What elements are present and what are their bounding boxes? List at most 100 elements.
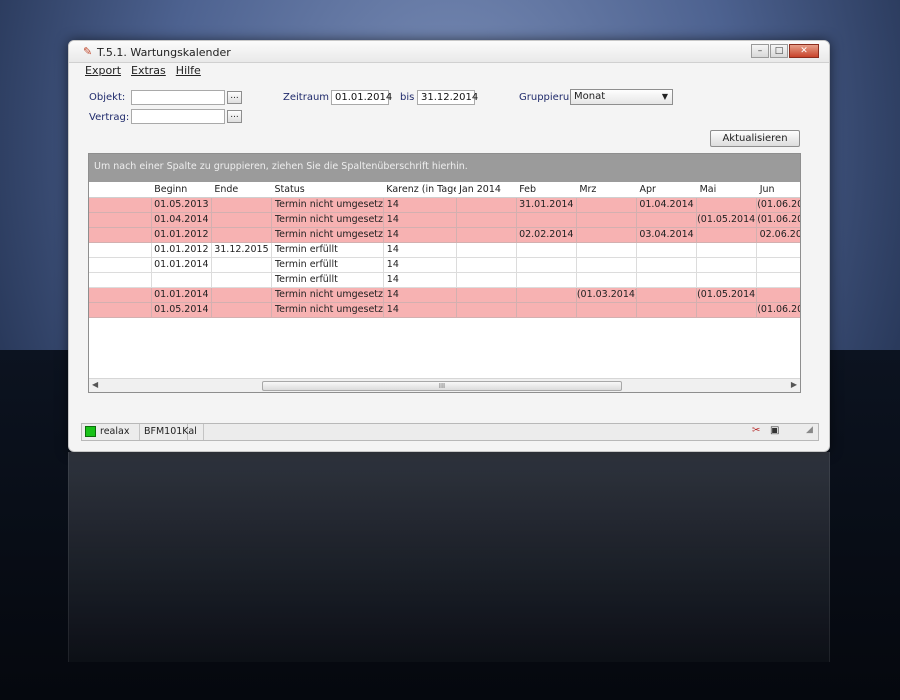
resize-grip-icon[interactable]: ◢ — [806, 425, 813, 435]
table-cell[interactable] — [696, 197, 758, 213]
table-cell[interactable]: 14 — [383, 212, 457, 228]
table-cell[interactable]: 01.05.2014 — [151, 302, 212, 318]
table-cell[interactable]: Termin erfüllt — [271, 272, 384, 288]
column-header[interactable]: Status — [271, 182, 384, 198]
table-cell[interactable] — [636, 242, 698, 258]
table-cell[interactable] — [89, 272, 152, 288]
vertrag-browse-button[interactable]: ... — [227, 110, 242, 123]
table-cell[interactable] — [636, 257, 698, 273]
table-cell[interactable] — [516, 242, 577, 258]
table-cell[interactable] — [456, 242, 517, 258]
table-cell[interactable] — [636, 302, 698, 318]
table-cell[interactable]: Termin nicht umgesetzt — [271, 287, 384, 303]
table-cell[interactable]: 01.04.2014 — [151, 212, 212, 228]
table-cell[interactable]: (01.06.2014) — [756, 197, 800, 213]
table-cell[interactable] — [576, 227, 637, 243]
column-header[interactable]: Mrz — [576, 182, 637, 198]
table-cell[interactable]: 01.01.2014 — [151, 287, 212, 303]
table-cell[interactable] — [516, 212, 577, 228]
table-cell[interactable] — [636, 287, 698, 303]
table-cell[interactable] — [211, 197, 272, 213]
column-header[interactable]: Feb — [516, 182, 577, 198]
refresh-button[interactable]: Aktualisieren — [710, 130, 800, 147]
table-cell[interactable] — [756, 242, 800, 258]
column-header[interactable]: Jun — [756, 182, 800, 198]
table-cell[interactable]: 31.12.2015 — [211, 242, 272, 258]
column-header[interactable]: Karenz (in Tagen) — [383, 182, 457, 198]
table-cell[interactable]: Termin erfüllt — [271, 242, 384, 258]
table-cell[interactable]: 02.02.2014 — [516, 227, 577, 243]
menu-hilfe[interactable]: Hilfe — [176, 63, 201, 79]
maximize-icon[interactable]: □ — [770, 44, 788, 58]
table-cell[interactable] — [576, 272, 637, 288]
table-cell[interactable] — [211, 227, 272, 243]
scroll-right-icon[interactable]: ▶ — [791, 380, 797, 389]
table-cell[interactable]: 14 — [383, 242, 457, 258]
table-cell[interactable]: 14 — [383, 272, 457, 288]
column-header[interactable] — [89, 182, 152, 198]
table-cell[interactable] — [211, 272, 272, 288]
table-cell[interactable] — [516, 272, 577, 288]
table-cell[interactable]: (01.06.2014) — [756, 302, 800, 318]
table-cell[interactable]: 14 — [383, 257, 457, 273]
table-cell[interactable]: 01.01.2012 — [151, 242, 212, 258]
table-cell[interactable]: Termin erfüllt — [271, 257, 384, 273]
table-cell[interactable] — [516, 287, 577, 303]
table-row[interactable]: 01.05.2013 Termin nicht umgesetzt 14 31.01.… — [89, 197, 800, 213]
table-cell[interactable]: 14 — [383, 197, 457, 213]
table-cell[interactable] — [151, 272, 212, 288]
menu-extras[interactable]: Extras — [131, 63, 166, 79]
table-cell[interactable] — [696, 272, 758, 288]
table-row[interactable]: 01.04.2014 Termin nicht umgesetzt 14 (01.05… — [89, 212, 800, 228]
table-cell[interactable] — [456, 227, 517, 243]
table-cell[interactable]: (01.03.2014) — [576, 287, 637, 303]
table-cell[interactable] — [456, 257, 517, 273]
table-cell[interactable]: 02.06.2014 — [756, 227, 800, 243]
column-header[interactable]: Beginn — [151, 182, 212, 198]
table-cell[interactable] — [211, 212, 272, 228]
column-header[interactable]: Apr — [636, 182, 697, 198]
device-icon[interactable]: ▣ — [770, 425, 779, 436]
table-cell[interactable]: 31.01.2014 — [516, 197, 577, 213]
table-cell[interactable]: 01.01.2014 — [151, 257, 212, 273]
table-cell[interactable] — [576, 242, 637, 258]
objekt-browse-button[interactable]: ... — [227, 91, 242, 104]
table-cell[interactable] — [456, 272, 517, 288]
table-cell[interactable] — [636, 272, 698, 288]
table-cell[interactable] — [696, 257, 758, 273]
menu-export[interactable]: Export — [85, 63, 121, 79]
table-cell[interactable] — [576, 212, 637, 228]
table-cell[interactable] — [89, 287, 152, 303]
horizontal-scrollbar[interactable]: ◀ III ▶ — [89, 378, 800, 392]
column-header[interactable]: Jan 2014 — [456, 182, 517, 198]
table-row[interactable]: 01.05.2014 Termin nicht umgesetzt 14 (01.06… — [89, 302, 800, 318]
scroll-left-icon[interactable]: ◀ — [92, 380, 98, 389]
table-row[interactable]: 01.01.2014 Termin nicht umgesetzt 14 (01.03… — [89, 287, 800, 303]
table-cell[interactable] — [696, 302, 758, 318]
table-cell[interactable] — [89, 197, 152, 213]
table-row[interactable]: Termin erfüllt 14 — [89, 272, 800, 288]
table-cell[interactable] — [89, 257, 152, 273]
table-cell[interactable]: (01.06.2014) — [756, 212, 800, 228]
close-icon[interactable]: ✕ — [789, 44, 819, 58]
tools-icon[interactable]: ✂ — [752, 425, 760, 436]
bis-field[interactable]: 31.12.2014 — [417, 90, 478, 105]
column-header[interactable]: Mai — [696, 182, 757, 198]
table-cell[interactable]: Termin nicht umgesetzt — [271, 197, 384, 213]
table-row[interactable]: 01.01.2012 31.12.2015 Termin erfüllt 14 — [89, 242, 800, 258]
minimize-icon[interactable]: – — [751, 44, 769, 58]
table-cell[interactable]: 14 — [383, 227, 457, 243]
table-cell[interactable] — [756, 287, 800, 303]
table-cell[interactable] — [756, 272, 800, 288]
table-cell[interactable] — [89, 302, 152, 318]
table-cell[interactable]: 01.01.2012 — [151, 227, 212, 243]
group-by-panel[interactable]: Um nach einer Spalte zu gruppieren, zieh… — [89, 154, 800, 180]
zeitraum-von-field[interactable]: 01.01.2014 — [331, 90, 392, 105]
table-cell[interactable] — [516, 302, 577, 318]
scroll-thumb[interactable]: III — [262, 381, 622, 391]
table-cell[interactable] — [456, 212, 517, 228]
table-cell[interactable] — [696, 227, 758, 243]
table-cell[interactable]: 14 — [383, 287, 457, 303]
table-cell[interactable]: 01.05.2013 — [151, 197, 212, 213]
table-cell[interactable]: Termin nicht umgesetzt — [271, 212, 384, 228]
